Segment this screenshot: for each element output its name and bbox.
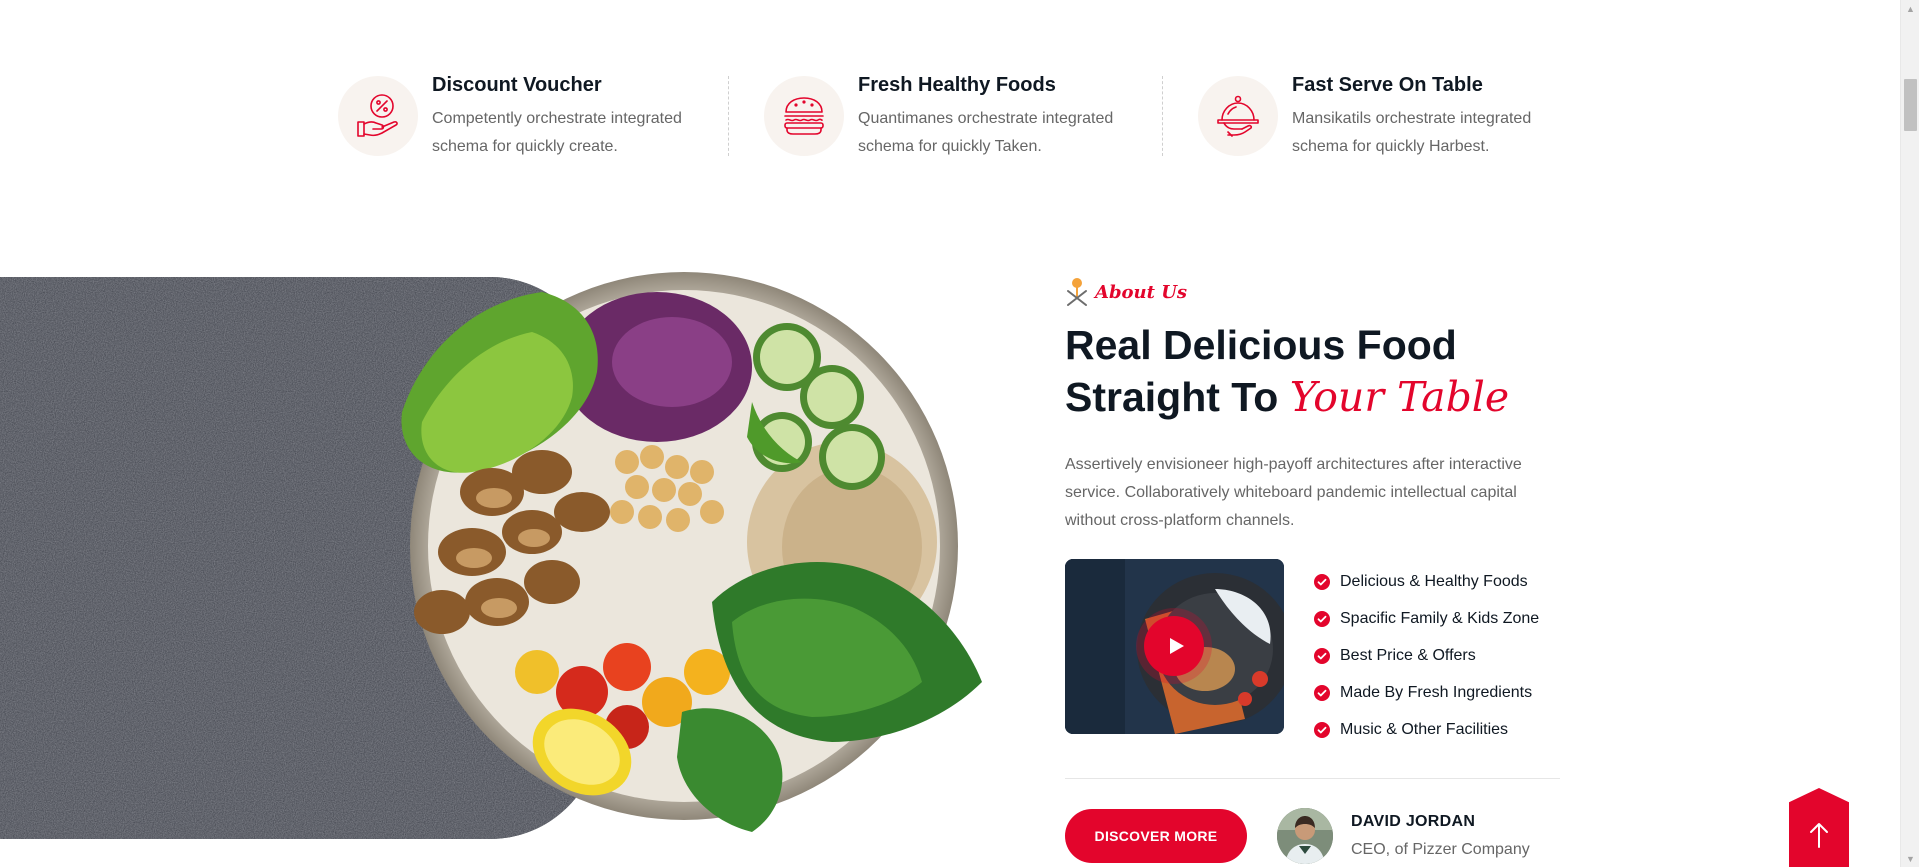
media-row: Delicious & Healthy Foods Spacific Famil… bbox=[1065, 559, 1565, 748]
checklist-item: Delicious & Healthy Foods bbox=[1314, 563, 1539, 600]
author-row: DISCOVER MORE DAVID JORDAN CEO, of Pizze… bbox=[1065, 808, 1565, 864]
feature-description: Mansikatils orchestrate integrated schem… bbox=[1292, 110, 1532, 155]
scroll-down-arrow-icon[interactable]: ▼ bbox=[1901, 850, 1919, 867]
checklist-item: Music & Other Facilities bbox=[1314, 711, 1539, 748]
feature-discount-voucher: Discount Voucher Competently orchestrate… bbox=[338, 70, 728, 170]
about-section: About Us Real Delicious Food Straight To… bbox=[1065, 277, 1565, 864]
feature-title: Fast Serve On Table bbox=[1292, 74, 1483, 96]
scroll-up-arrow-icon[interactable]: ▲ bbox=[1901, 0, 1919, 17]
checklist-label: Made By Fresh Ingredients bbox=[1340, 683, 1533, 701]
arrow-up-icon bbox=[1810, 822, 1828, 848]
check-badge-icon bbox=[1314, 573, 1330, 590]
discount-hand-icon bbox=[338, 76, 418, 156]
check-badge-icon bbox=[1314, 647, 1330, 664]
chef-utensils-icon bbox=[1067, 278, 1087, 306]
play-button[interactable] bbox=[1144, 616, 1204, 676]
feature-fresh-healthy-foods: Fresh Healthy Foods Quantimanes orchestr… bbox=[728, 70, 1162, 170]
heading-line-1: Real Delicious Food bbox=[1065, 322, 1457, 368]
play-icon bbox=[1169, 638, 1184, 654]
cloche-icon bbox=[1198, 76, 1278, 156]
discover-more-button[interactable]: DISCOVER MORE bbox=[1065, 809, 1247, 863]
about-subtitle: About Us bbox=[1065, 277, 1565, 307]
author-info: DAVID JORDAN CEO, of Pizzer Company bbox=[1351, 813, 1530, 859]
check-badge-icon bbox=[1314, 684, 1330, 701]
feature-description: Quantimanes orchestrate integrated schem… bbox=[858, 110, 1114, 155]
heading-line-2: Straight To bbox=[1065, 374, 1290, 420]
feature-checklist: Delicious & Healthy Foods Spacific Famil… bbox=[1314, 563, 1539, 748]
avatar bbox=[1277, 808, 1333, 864]
feature-title: Fresh Healthy Foods bbox=[858, 74, 1056, 96]
checklist-label: Music & Other Facilities bbox=[1340, 720, 1509, 738]
author-name: DAVID JORDAN bbox=[1351, 813, 1476, 830]
scrollbar-thumb[interactable] bbox=[1904, 79, 1917, 131]
salad-bowl-image bbox=[382, 272, 994, 846]
page-scrollbar[interactable]: ▲ ▼ bbox=[1900, 0, 1919, 867]
feature-fast-serve: Fast Serve On Table Mansikatils orchestr… bbox=[1162, 70, 1560, 170]
section-heading: Real Delicious Food Straight To Your Tab… bbox=[1065, 319, 1565, 423]
check-badge-icon bbox=[1314, 610, 1330, 627]
divider bbox=[1065, 778, 1560, 779]
video-thumbnail[interactable] bbox=[1065, 559, 1284, 734]
checklist-label: Best Price & Offers bbox=[1340, 646, 1476, 664]
about-description: Assertively envisioneer high-payoff arch… bbox=[1065, 456, 1522, 529]
checklist-item: Spacific Family & Kids Zone bbox=[1314, 600, 1539, 637]
subtitle-text: About Us bbox=[1095, 281, 1188, 303]
check-badge-icon bbox=[1314, 721, 1330, 738]
checklist-item: Made By Fresh Ingredients bbox=[1314, 674, 1539, 711]
author-role: CEO, of Pizzer Company bbox=[1351, 841, 1530, 858]
checklist-label: Delicious & Healthy Foods bbox=[1340, 572, 1528, 590]
checklist-item: Best Price & Offers bbox=[1314, 637, 1539, 674]
checklist-label: Spacific Family & Kids Zone bbox=[1340, 609, 1540, 627]
burger-icon bbox=[764, 76, 844, 156]
back-to-top-button[interactable] bbox=[1789, 788, 1849, 867]
feature-title: Discount Voucher bbox=[432, 74, 602, 96]
feature-description: Competently orchestrate integrated schem… bbox=[432, 110, 682, 155]
heading-accent: Your Table bbox=[1289, 373, 1510, 421]
features-row: Discount Voucher Competently orchestrate… bbox=[338, 70, 1560, 170]
